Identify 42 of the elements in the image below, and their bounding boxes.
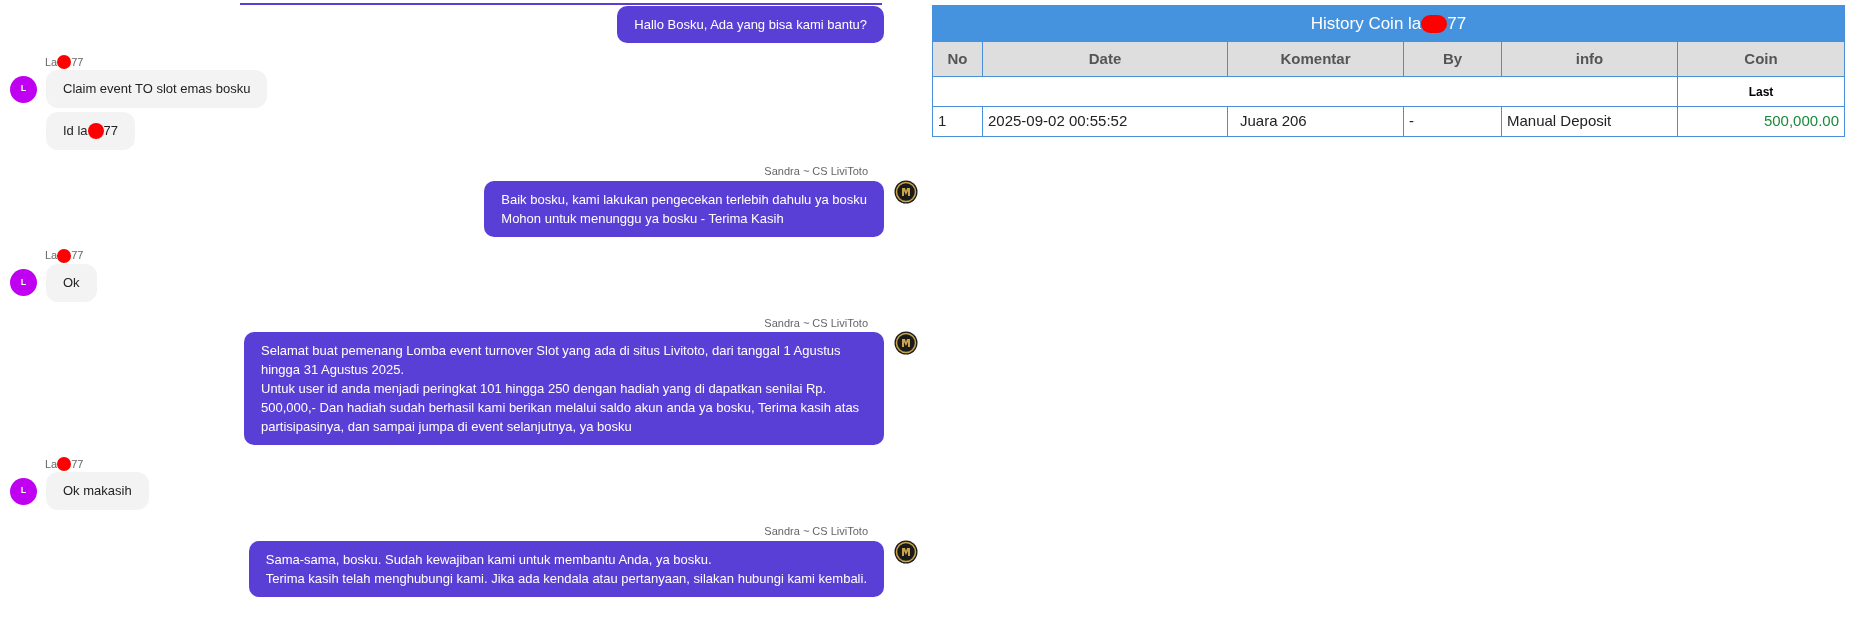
logo-avatar-icon bbox=[894, 539, 918, 564]
sender-name: 77 bbox=[71, 456, 84, 472]
redaction-mark bbox=[87, 123, 104, 139]
sender-name: Sandra ~ CS LiviToto bbox=[764, 315, 868, 331]
sender-name: Sandra ~ CS LiviToto bbox=[764, 524, 868, 539]
message-bubble: Baik bosku, kami lakukan pengecekan terlebih dahulu ya bosku Mohon untuk menunggu ya bosku - Terima Kasih bbox=[484, 180, 884, 237]
logo-avatar-icon bbox=[894, 331, 918, 355]
message-bubble: Hallo Bosku, Ada yang bisa kami bantu? bbox=[617, 6, 884, 43]
subheader-cell: Last bbox=[1677, 76, 1845, 107]
avatar: L bbox=[10, 477, 37, 505]
redaction-mark bbox=[57, 248, 72, 263]
column-header: Date bbox=[982, 41, 1228, 77]
sender-name: 77 bbox=[71, 54, 84, 70]
message-bubble: Ok bbox=[46, 263, 97, 302]
column-header: By bbox=[1403, 41, 1502, 77]
column-header: info bbox=[1501, 41, 1678, 77]
sender-name: La bbox=[45, 54, 58, 70]
redaction-mark bbox=[57, 55, 72, 69]
table-cell: 1 bbox=[932, 106, 983, 137]
sender-name: Sandra ~ CS LiviToto bbox=[764, 164, 868, 179]
table-cell: 500,000.00 bbox=[1677, 106, 1845, 137]
message-bubble: Selamat buat pemenang Lomba event turnover Slot yang ada di situs Livitoto, dari tanggal 1 Agustus hingga 31 Agustus 2025. Untuk user id anda menjadi peringkat 101 hingga 250 dengan hadiah yang di dapatkan senilai Rp. 500,000,- Dan hadiah sudah berhasil kami berikan melalui saldo akun anda ya bosku, Terima kasih atas partisipasinya, dan sampai jumpa di event selanjutnya, ya bosku bbox=[244, 332, 884, 445]
table-cell: 2025-09-02 00:55:52 bbox=[982, 106, 1228, 137]
table-cell: - bbox=[1403, 106, 1502, 137]
sender-name: La bbox=[45, 456, 58, 472]
redaction-mark bbox=[57, 457, 72, 471]
message-bubble: Ok makasih bbox=[46, 472, 149, 510]
logo-avatar-icon bbox=[894, 179, 918, 204]
message-bubble: Id la 77 bbox=[46, 112, 136, 150]
table-cell: Juara 206 bbox=[1227, 106, 1404, 137]
table-cell: Manual Deposit bbox=[1501, 106, 1678, 137]
column-header: Komentar bbox=[1227, 41, 1404, 77]
avatar: L bbox=[10, 75, 37, 103]
message-bubble: Claim event TO slot emas bosku bbox=[46, 70, 268, 108]
message-bubble: Sama-sama, bosku. Sudah kewajiban kami untuk membantu Anda, ya bosku. Terima kasih telah menghubungi kami. Jika ada kendala atau pertanyaan, silakan hubungi kami kembali. bbox=[248, 540, 884, 597]
column-header: Coin bbox=[1677, 41, 1845, 77]
avatar: L bbox=[10, 269, 37, 296]
sender-name: La bbox=[45, 248, 58, 264]
table-title: History Coin la 77 bbox=[932, 5, 1845, 42]
sender-name: 77 bbox=[71, 248, 84, 264]
redaction-mark bbox=[1421, 14, 1448, 33]
column-header: No bbox=[932, 41, 983, 77]
